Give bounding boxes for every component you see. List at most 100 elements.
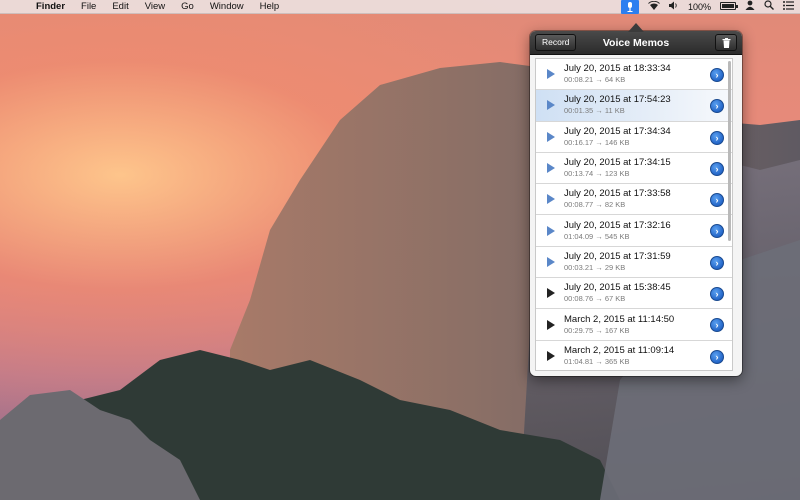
memo-duration: 01:04.81 (564, 356, 594, 366)
popover-title: Voice Memos (602, 36, 670, 49)
arrow-icon: → (593, 231, 605, 241)
voice-memos-status-icon[interactable] (620, 0, 639, 14)
battery-percentage[interactable]: 100% (688, 0, 711, 14)
detail-disclosure-icon[interactable]: › (710, 287, 724, 302)
play-icon[interactable] (547, 163, 555, 174)
wifi-icon[interactable] (648, 0, 660, 14)
memo-size: 123 KB (604, 169, 630, 179)
detail-disclosure-icon[interactable]: › (710, 255, 724, 270)
memo-size: 64 KB (604, 75, 626, 85)
detail-disclosure-icon[interactable]: › (710, 161, 724, 176)
memo-text: July 20, 2015 at 17:34:15 00:13.74 → 123 … (564, 157, 732, 179)
detail-disclosure-icon[interactable]: › (710, 349, 724, 364)
menu-finder[interactable]: Finder (28, 0, 73, 14)
memo-text: March 2, 2015 at 11:14:50 00:29.75 → 167 … (564, 314, 732, 336)
menu-help[interactable]: Help (252, 0, 288, 14)
memo-meta: 00:08.21 → 64 KB (564, 75, 732, 85)
memo-row[interactable]: July 20, 2015 at 18:33:34 00:08.21 → 64 K… (536, 59, 732, 91)
menu-edit[interactable]: Edit (104, 0, 136, 14)
memo-list[interactable]: July 20, 2015 at 18:33:34 00:08.21 → 64 K… (535, 58, 733, 371)
memo-duration: 00:16.17 (564, 137, 594, 147)
memo-row[interactable]: July 20, 2015 at 17:34:34 00:16.17 → 146 … (536, 122, 732, 153)
menu-file[interactable]: File (73, 0, 104, 14)
memo-row[interactable]: July 20, 2015 at 17:33:58 00:08.77 → 82 K… (536, 184, 732, 216)
memo-date: March 2, 2015 at 11:09:14 (564, 344, 675, 356)
memo-text: July 20, 2015 at 17:31:59 00:03.21 → 29 K… (564, 251, 732, 273)
memo-size: 67 KB (604, 294, 626, 304)
play-icon[interactable] (547, 225, 555, 236)
memo-size: 545 KB (604, 231, 630, 241)
voice-memos-popover: Record Voice Memos July 20, 2015 at 18:3… (530, 31, 742, 376)
memo-duration: 01:04.09 (564, 231, 594, 241)
memo-text: July 20, 2015 at 17:54:23 00:01.35 → 11 K… (564, 94, 732, 116)
arrow-icon: → (593, 262, 605, 272)
arrow-icon: → (593, 75, 605, 85)
menu-bar: Finder File Edit View Go Window Help 100… (0, 0, 800, 14)
memo-size: 167 KB (604, 325, 630, 335)
memo-row[interactable]: March 2, 2015 at 11:14:50 00:29.75 → 167 … (536, 309, 732, 341)
scrollbar[interactable] (728, 61, 731, 241)
arrow-icon: → (593, 294, 605, 304)
memo-size: 365 KB (604, 356, 630, 366)
volume-icon[interactable] (668, 0, 679, 14)
play-icon[interactable] (547, 194, 555, 205)
memo-size: 29 KB (604, 262, 626, 272)
memo-meta: 00:08.76 → 67 KB (564, 294, 732, 304)
memo-row[interactable]: July 20, 2015 at 17:32:16 01:04.09 → 545 … (536, 215, 732, 247)
memo-text: July 20, 2015 at 15:38:45 00:08.76 → 67 K… (564, 282, 732, 304)
memo-row[interactable]: March 2, 2015 at 11:09:14 01:04.81 → 365 … (536, 341, 732, 370)
play-icon[interactable] (547, 69, 555, 80)
memo-meta: 00:01.35 → 11 KB (564, 106, 732, 116)
memo-date: July 20, 2015 at 17:31:59 (564, 250, 671, 262)
memo-text: July 20, 2015 at 17:33:58 00:08.77 → 82 K… (564, 188, 732, 210)
arrow-icon: → (593, 169, 605, 179)
trash-icon (722, 37, 730, 48)
memo-row[interactable]: July 20, 2015 at 15:38:45 00:08.76 → 67 K… (536, 278, 732, 310)
memo-text: July 20, 2015 at 18:33:34 00:08.21 → 64 K… (564, 63, 732, 85)
memo-meta: 01:04.81 → 365 KB (564, 357, 732, 367)
record-button[interactable]: Record (535, 34, 577, 51)
play-icon[interactable] (547, 256, 555, 267)
play-icon[interactable] (547, 350, 555, 361)
play-icon[interactable] (547, 131, 555, 142)
battery-icon[interactable] (720, 0, 738, 14)
memo-duration: 00:13.74 (564, 169, 594, 179)
memo-duration: 00:29.75 (564, 325, 594, 335)
memo-date: July 20, 2015 at 17:54:23 (564, 94, 671, 106)
play-icon[interactable] (547, 319, 555, 330)
menu-go[interactable]: Go (173, 0, 202, 14)
memo-date: March 2, 2015 at 11:14:50 (564, 313, 675, 325)
play-icon[interactable] (547, 100, 555, 111)
memo-meta: 00:16.17 → 146 KB (564, 138, 732, 148)
trash-button[interactable] (715, 34, 737, 51)
memo-row[interactable]: July 20, 2015 at 17:54:23 00:01.35 → 11 K… (536, 90, 732, 122)
menu-view[interactable]: View (137, 0, 173, 14)
memo-size: 11 KB (604, 106, 625, 116)
arrow-icon: → (593, 325, 605, 335)
memo-text: July 20, 2015 at 17:34:34 00:16.17 → 146 … (564, 126, 732, 148)
detail-disclosure-icon[interactable]: › (710, 130, 724, 145)
memo-meta: 00:29.75 → 167 KB (564, 326, 732, 336)
popover-arrow (628, 23, 644, 32)
spotlight-search-icon[interactable] (764, 0, 774, 14)
popover-header: Record Voice Memos (530, 31, 742, 55)
menu-window[interactable]: Window (202, 0, 252, 14)
arrow-icon: → (593, 200, 605, 210)
play-icon[interactable] (547, 288, 555, 299)
memo-row[interactable]: July 20, 2015 at 17:34:15 00:13.74 → 123 … (536, 153, 732, 185)
memo-date: July 20, 2015 at 15:38:45 (564, 282, 671, 294)
memo-date: July 20, 2015 at 17:32:16 (564, 219, 671, 231)
user-icon[interactable] (745, 0, 755, 14)
memo-text: March 2, 2015 at 11:09:14 01:04.81 → 365 … (564, 345, 732, 367)
memo-duration: 00:08.21 (564, 75, 594, 85)
memo-meta: 00:13.74 → 123 KB (564, 169, 732, 179)
memo-duration: 00:01.35 (564, 106, 594, 116)
detail-disclosure-icon[interactable]: › (710, 68, 724, 82)
memo-date: July 20, 2015 at 17:33:58 (564, 188, 671, 200)
memo-size: 146 KB (604, 137, 630, 147)
notification-center-icon[interactable] (783, 0, 794, 14)
memo-duration: 00:08.76 (564, 294, 594, 304)
arrow-icon: → (593, 137, 605, 147)
memo-row[interactable]: July 20, 2015 at 17:31:59 00:03.21 → 29 K… (536, 247, 732, 279)
memo-meta: 00:08.77 → 82 KB (564, 200, 732, 210)
